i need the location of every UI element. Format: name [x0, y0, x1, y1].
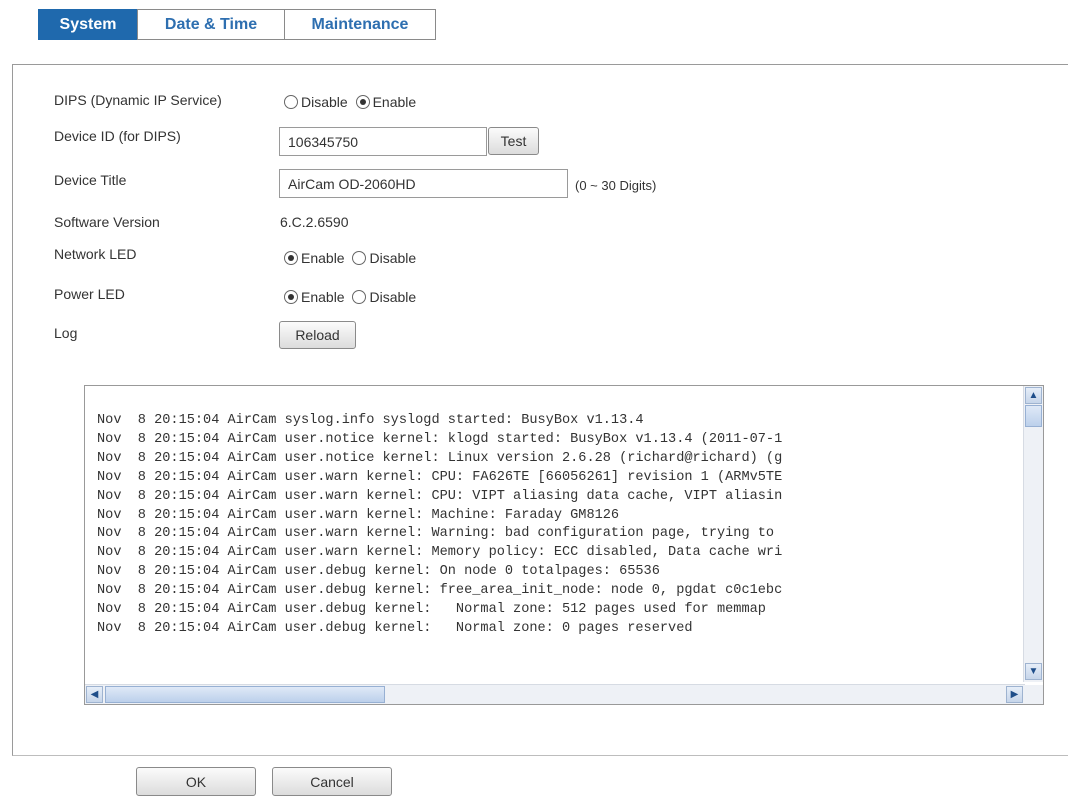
dips-disable-radio[interactable]: Disable — [284, 94, 348, 110]
log-line: Nov 8 20:15:04 AirCam user.notice kernel… — [97, 450, 783, 466]
scrollbar-corner — [1024, 685, 1043, 704]
log-text: Nov 8 20:15:04 AirCam syslog.info syslog… — [97, 412, 1020, 682]
power-led-radio-group: Enable Disable — [284, 289, 420, 305]
dips-disable-label: Disable — [301, 94, 348, 110]
log-line: Nov 8 20:15:04 AirCam user.debug kernel:… — [97, 602, 766, 618]
vertical-scrollbar[interactable]: ▲ ▼ — [1023, 386, 1043, 682]
log-line: Nov 8 20:15:04 AirCam user.warn kernel: … — [97, 488, 783, 504]
scroll-up-arrow-icon[interactable]: ▲ — [1025, 387, 1042, 404]
ok-button[interactable]: OK — [136, 767, 256, 796]
scroll-right-arrow-icon[interactable]: ▶ — [1006, 686, 1023, 703]
device-title-input[interactable] — [279, 169, 568, 198]
log-line: Nov 8 20:15:04 AirCam user.debug kernel:… — [97, 620, 693, 636]
power-led-disable-radio[interactable]: Disable — [352, 289, 416, 305]
reload-button[interactable]: Reload — [279, 321, 356, 349]
power-led-disable-label: Disable — [369, 289, 417, 305]
log-line: Nov 8 20:15:04 AirCam user.debug kernel:… — [97, 564, 660, 580]
software-version-value: 6.C.2.6590 — [280, 214, 349, 230]
dips-label: DIPS (Dynamic IP Service) — [54, 92, 222, 108]
cancel-button[interactable]: Cancel — [272, 767, 392, 796]
scroll-left-arrow-icon[interactable]: ◀ — [86, 686, 103, 703]
network-led-radio-group: Enable Disable — [284, 250, 420, 266]
vertical-scroll-thumb[interactable] — [1025, 405, 1042, 427]
network-led-enable-label: Enable — [301, 250, 345, 266]
device-title-hint: (0 ~ 30 Digits) — [575, 178, 657, 193]
log-line: Nov 8 20:15:04 AirCam user.warn kernel: … — [97, 507, 620, 523]
radio-off-icon — [352, 290, 367, 304]
tab-date-time[interactable]: Date & Time — [137, 9, 285, 40]
log-line: Nov 8 20:15:04 AirCam user.notice kernel… — [97, 431, 783, 447]
radio-off-icon — [352, 251, 367, 265]
network-led-label: Network LED — [54, 246, 137, 262]
log-label: Log — [54, 325, 78, 341]
tab-bar: System Date & Time Maintenance — [38, 9, 436, 40]
network-led-disable-label: Disable — [369, 250, 417, 266]
tab-system[interactable]: System — [38, 9, 138, 40]
device-id-label: Device ID (for DIPS) — [54, 128, 181, 144]
log-line: Nov 8 20:15:04 AirCam syslog.info syslog… — [97, 413, 644, 428]
power-led-enable-label: Enable — [301, 289, 345, 305]
radio-on-icon — [284, 251, 298, 265]
log-line: Nov 8 20:15:04 AirCam user.warn kernel: … — [97, 469, 783, 485]
device-id-input[interactable] — [279, 127, 487, 156]
tab-maintenance[interactable]: Maintenance — [284, 9, 436, 40]
network-led-enable-radio[interactable]: Enable — [284, 250, 345, 266]
scroll-down-arrow-icon[interactable]: ▼ — [1025, 663, 1042, 680]
radio-off-icon — [284, 95, 298, 109]
horizontal-scroll-thumb[interactable] — [105, 686, 385, 703]
device-title-label: Device Title — [54, 172, 127, 188]
log-line: Nov 8 20:15:04 AirCam user.warn kernel: … — [97, 545, 783, 561]
network-led-disable-radio[interactable]: Disable — [352, 250, 416, 266]
log-line: Nov 8 20:15:04 AirCam user.warn kernel: … — [97, 526, 775, 542]
radio-on-icon — [284, 290, 298, 304]
power-led-enable-radio[interactable]: Enable — [284, 289, 345, 305]
log-textarea[interactable]: Nov 8 20:15:04 AirCam syslog.info syslog… — [84, 385, 1044, 705]
test-button[interactable]: Test — [488, 127, 539, 155]
power-led-label: Power LED — [54, 286, 125, 302]
radio-on-icon — [355, 95, 370, 109]
horizontal-scrollbar[interactable]: ◀ ▶ — [85, 684, 1025, 704]
software-version-label: Software Version — [54, 214, 160, 230]
dips-radio-group: Disable Enable — [284, 94, 420, 110]
log-line: Nov 8 20:15:04 AirCam user.debug kernel:… — [97, 583, 783, 599]
dips-enable-radio[interactable]: Enable — [355, 94, 417, 110]
dips-enable-label: Enable — [372, 94, 417, 110]
